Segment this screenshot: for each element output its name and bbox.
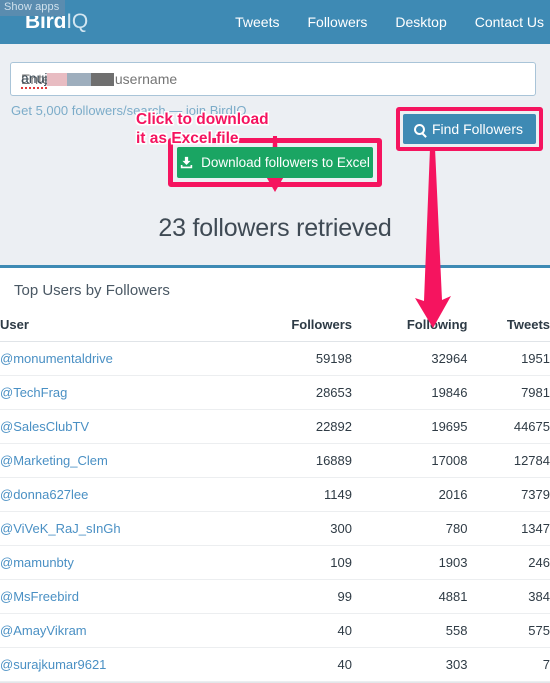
search-input[interactable] xyxy=(10,62,536,96)
table-row: @MsFreebird 99 4881 384 xyxy=(0,580,550,614)
cell-tweets: 44675 xyxy=(468,410,550,444)
find-followers-button[interactable]: Find Followers xyxy=(403,114,536,144)
cell-user: @ViVeK_RaJ_sInGh xyxy=(0,512,231,546)
annotation-arrow-to-results xyxy=(412,148,452,328)
user-handle-link[interactable]: @surajkumar9621 xyxy=(0,657,106,672)
cell-following: 2016 xyxy=(352,478,468,512)
table-header: User Followers Following Tweets xyxy=(0,311,550,342)
primary-nav: Tweets Followers Desktop Contact Us xyxy=(235,14,550,30)
user-handle-link[interactable]: @ViVeK_RaJ_sInGh xyxy=(0,521,121,536)
table-row: @donna627lee 1149 2016 7379 xyxy=(0,478,550,512)
cell-tweets: 1347 xyxy=(468,512,550,546)
user-handle-link[interactable]: @SalesClubTV xyxy=(0,419,89,434)
cell-tweets: 7379 xyxy=(468,478,550,512)
table-row: @TechFrag 28653 19846 7981 xyxy=(0,376,550,410)
show-apps-tooltip: Show apps xyxy=(0,0,65,16)
top-navbar: BirdIQ Tweets Followers Desktop Contact … xyxy=(0,0,550,44)
search-input-wrapper: anuj xyxy=(10,62,536,96)
cell-following: 303 xyxy=(352,648,468,682)
user-handle-link[interactable]: @monumentaldrive xyxy=(0,351,113,366)
table-row: @monumentaldrive 59198 32964 1951 xyxy=(0,342,550,376)
followers-retrieved-heading: 23 followers retrieved xyxy=(0,187,550,265)
nav-link-contact-us[interactable]: Contact Us xyxy=(475,14,544,30)
cell-tweets: 575 xyxy=(468,614,550,648)
top-users-table: User Followers Following Tweets @monumen… xyxy=(0,311,550,682)
table-header-row: User Followers Following Tweets xyxy=(0,311,550,342)
search-icon xyxy=(414,124,425,135)
table-row: @ViVeK_RaJ_sInGh 300 780 1347 xyxy=(0,512,550,546)
cell-tweets: 246 xyxy=(468,546,550,580)
column-header-user[interactable]: User xyxy=(0,311,231,342)
user-handle-link[interactable]: @Marketing_Clem xyxy=(0,453,108,468)
nav-link-desktop[interactable]: Desktop xyxy=(395,14,446,30)
cell-following: 17008 xyxy=(352,444,468,478)
cell-following: 558 xyxy=(352,614,468,648)
cell-followers: 300 xyxy=(231,512,352,546)
brand-name-light: IQ xyxy=(66,10,88,33)
cell-user: @surajkumar9621 xyxy=(0,648,231,682)
cell-following: 1903 xyxy=(352,546,468,580)
cell-user: @TechFrag xyxy=(0,376,231,410)
annotation-line-2: it as Excel file xyxy=(136,129,269,148)
user-handle-link[interactable]: @mamunbty xyxy=(0,555,74,570)
table-row: @Marketing_Clem 16889 17008 12784 xyxy=(0,444,550,478)
cell-user: @Marketing_Clem xyxy=(0,444,231,478)
user-handle-link[interactable]: @donna627lee xyxy=(0,487,88,502)
cell-followers: 28653 xyxy=(231,376,352,410)
annotation-download-hint: Click to download it as Excel file xyxy=(136,110,269,148)
download-followers-to-excel-button[interactable]: Download followers to Excel xyxy=(177,147,373,178)
cell-followers: 59198 xyxy=(231,342,352,376)
column-header-tweets[interactable]: Tweets xyxy=(468,311,550,342)
cell-followers: 40 xyxy=(231,648,352,682)
cell-followers: 109 xyxy=(231,546,352,580)
cell-following: 780 xyxy=(352,512,468,546)
cell-following: 4881 xyxy=(352,580,468,614)
cell-tweets: 7 xyxy=(468,648,550,682)
cell-following: 19846 xyxy=(352,376,468,410)
cell-tweets: 384 xyxy=(468,580,550,614)
cell-user: @MsFreebird xyxy=(0,580,231,614)
find-followers-label: Find Followers xyxy=(432,121,523,137)
table-row: @AmayVikram 40 558 575 xyxy=(0,614,550,648)
results-panel: Top Users by Followers User Followers Fo… xyxy=(0,265,550,683)
cell-user: @AmayVikram xyxy=(0,614,231,648)
cell-user: @SalesClubTV xyxy=(0,410,231,444)
user-handle-link[interactable]: @AmayVikram xyxy=(0,623,87,638)
cell-followers: 16889 xyxy=(231,444,352,478)
user-handle-link[interactable]: @TechFrag xyxy=(0,385,67,400)
user-handle-link[interactable]: @MsFreebird xyxy=(0,589,79,604)
cell-user: @monumentaldrive xyxy=(0,342,231,376)
search-section: anuj Get 5,000 followers/search — join B… xyxy=(0,44,550,187)
cell-tweets: 7981 xyxy=(468,376,550,410)
cell-user: @mamunbty xyxy=(0,546,231,580)
annotation-line-1: Click to download xyxy=(136,110,269,129)
find-followers-highlight: Find Followers xyxy=(396,107,543,151)
cell-tweets: 1951 xyxy=(468,342,550,376)
table-body: @monumentaldrive 59198 32964 1951 @TechF… xyxy=(0,342,550,682)
table-row: @SalesClubTV 22892 19695 44675 xyxy=(0,410,550,444)
nav-link-tweets[interactable]: Tweets xyxy=(235,14,279,30)
column-header-followers[interactable]: Followers xyxy=(231,311,352,342)
cell-followers: 99 xyxy=(231,580,352,614)
nav-link-followers[interactable]: Followers xyxy=(307,14,367,30)
cell-following: 32964 xyxy=(352,342,468,376)
cell-user: @donna627lee xyxy=(0,478,231,512)
table-row: @surajkumar9621 40 303 7 xyxy=(0,648,550,682)
cell-tweets: 12784 xyxy=(468,444,550,478)
cell-followers: 1149 xyxy=(231,478,352,512)
results-panel-title: Top Users by Followers xyxy=(0,268,550,299)
download-icon xyxy=(180,156,193,169)
cell-followers: 40 xyxy=(231,614,352,648)
table-row: @mamunbty 109 1903 246 xyxy=(0,546,550,580)
cell-following: 19695 xyxy=(352,410,468,444)
cell-followers: 22892 xyxy=(231,410,352,444)
download-button-label: Download followers to Excel xyxy=(201,155,370,170)
